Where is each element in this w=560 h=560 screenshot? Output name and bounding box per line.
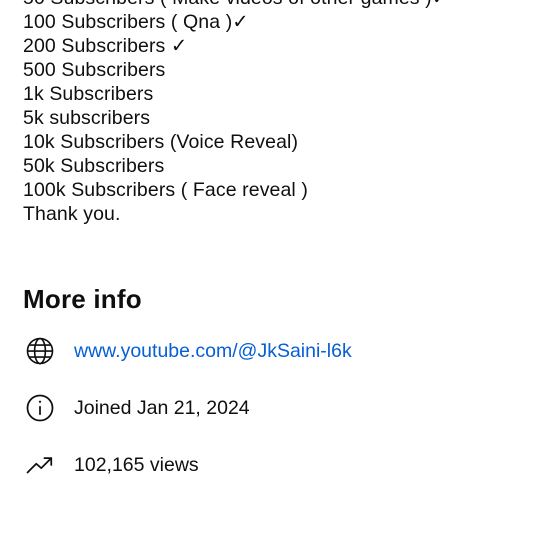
more-info-heading: More info <box>23 284 142 314</box>
joined-date: Joined Jan 21, 2024 <box>74 396 250 419</box>
description-line: Thank you. <box>23 203 121 225</box>
description-line: 200 Subscribers ✓ <box>23 35 188 57</box>
globe-icon <box>23 334 57 368</box>
description-line: 1k Subscribers <box>23 83 154 105</box>
trending-icon <box>23 448 57 482</box>
channel-description: 50 Subscribers ( Make videos of other ga… <box>23 0 543 226</box>
description-line: 100k Subscribers ( Face reveal ) <box>23 179 308 201</box>
description-line: 5k subscribers <box>23 107 151 129</box>
joined-row: Joined Jan 21, 2024 <box>23 391 250 425</box>
info-icon <box>23 391 57 425</box>
description-line: 50k Subscribers <box>23 155 165 177</box>
description-line: 500 Subscribers <box>23 59 166 81</box>
description-line: 10k Subscribers (Voice Reveal) <box>23 131 299 153</box>
channel-link[interactable]: www.youtube.com/@JkSaini-l6k <box>74 340 352 363</box>
description-line: 50 Subscribers ( Make videos of other ga… <box>23 0 543 10</box>
view-count: 102,165 views <box>74 453 199 476</box>
views-row: 102,165 views <box>23 448 199 482</box>
channel-link-row[interactable]: www.youtube.com/@JkSaini-l6k <box>23 334 352 368</box>
description-line: 100 Subscribers ( Qna )✓ <box>23 11 249 33</box>
